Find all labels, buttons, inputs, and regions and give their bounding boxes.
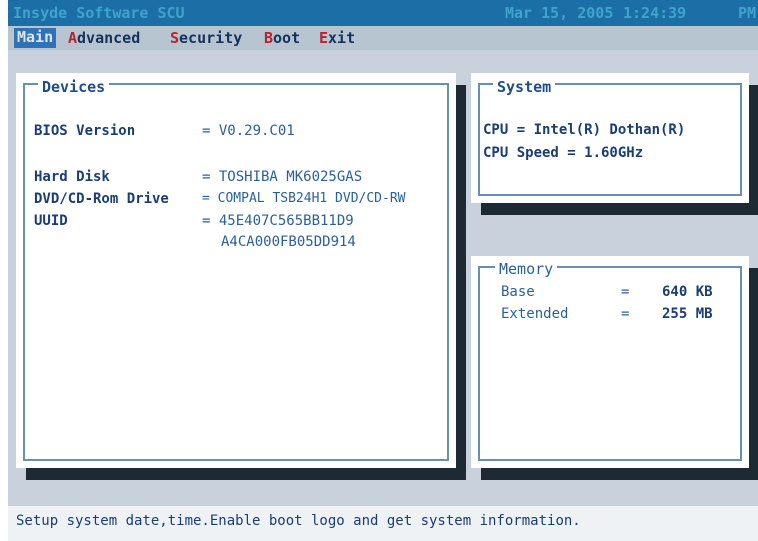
devices-title: Devices xyxy=(38,78,110,96)
menu-advanced-hotkey: A xyxy=(68,29,78,47)
date-display: Mar 15, 2005 xyxy=(505,4,614,22)
menu-boot-label: oot xyxy=(273,29,301,47)
cpu-info: CPU = Intel(R) Dothan(R) xyxy=(483,122,686,138)
dvd-drive-label: DVD/CD-Rom Drive xyxy=(34,191,169,207)
help-text: Setup system date,time.Enable boot logo … xyxy=(16,513,581,529)
dvd-drive-value: = COMPAL TSB24H1 DVD/CD-RW xyxy=(202,191,406,206)
cpu-speed-info: CPU Speed = 1.60GHz xyxy=(483,145,644,161)
uuid-value-line2: A4CA000FB05DD914 xyxy=(221,234,356,250)
menu-exit-label: xit xyxy=(328,29,356,47)
menu-bar: Main Advanced Security Boot Exit xyxy=(8,26,758,50)
bios-version-value: = V0.29.C01 xyxy=(202,123,295,139)
devices-panel: Devices BIOS Version = V0.29.C01 Hard Di… xyxy=(16,73,456,468)
menu-exit[interactable]: Exit xyxy=(319,29,355,47)
uuid-label: UUID xyxy=(34,213,68,229)
menu-main-label: Main xyxy=(17,28,54,46)
memory-extended-equals: = xyxy=(621,306,630,322)
menu-boot[interactable]: Boot xyxy=(264,29,300,47)
memory-base-value: 640 KB xyxy=(662,284,713,300)
memory-base-equals: = xyxy=(621,284,630,300)
hard-disk-value: = TOSHIBA MK6025GAS xyxy=(202,169,363,185)
menu-advanced-label: dvanced xyxy=(77,29,141,47)
system-panel: System CPU = Intel(R) Dothan(R) CPU Spee… xyxy=(471,73,749,203)
memory-extended-value: 255 MB xyxy=(662,306,713,322)
menu-main[interactable]: Main xyxy=(14,28,57,48)
system-frame xyxy=(478,83,742,196)
memory-panel: Memory Base = 640 KB Extended = 255 MB xyxy=(471,256,749,468)
title-bar: Insyde Software SCU Mar 15, 2005 1:24:39… xyxy=(8,0,758,26)
memory-base-label: Base xyxy=(501,284,535,300)
devices-frame xyxy=(23,83,449,461)
menu-security[interactable]: Security xyxy=(170,29,242,47)
hard-disk-label: Hard Disk xyxy=(34,169,110,185)
time-display: 1:24:39 xyxy=(623,4,687,22)
memory-extended-label: Extended xyxy=(501,306,569,322)
app-title: Insyde Software SCU xyxy=(13,4,185,22)
uuid-value-line1: = 45E407C565BB11D9 xyxy=(202,213,354,229)
menu-boot-hotkey: B xyxy=(264,29,274,47)
menu-security-hotkey: S xyxy=(170,29,180,47)
ampm-display: PM xyxy=(738,4,757,22)
menu-exit-hotkey: E xyxy=(319,29,329,47)
menu-advanced[interactable]: Advanced xyxy=(68,29,140,47)
menu-security-label: ecurity xyxy=(179,29,243,47)
bios-version-label: BIOS Version xyxy=(34,123,136,139)
system-title: System xyxy=(493,78,556,96)
memory-title: Memory xyxy=(495,260,558,278)
